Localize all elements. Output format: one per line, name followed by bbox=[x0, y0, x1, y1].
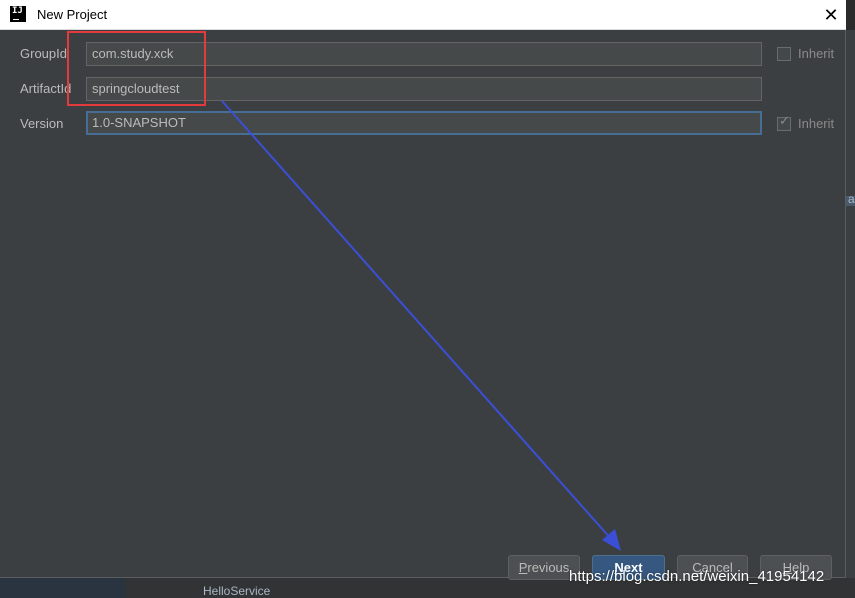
groupid-inherit-checkbox[interactable] bbox=[777, 47, 791, 61]
dialog-title: New Project bbox=[37, 7, 108, 22]
ide-bottom-dark-area bbox=[0, 578, 125, 598]
close-button[interactable]: ✕ bbox=[818, 2, 844, 28]
artifactid-input[interactable]: springcloudtest bbox=[86, 77, 762, 101]
groupid-label: GroupId bbox=[20, 46, 67, 61]
version-input[interactable]: 1.0-SNAPSHOT bbox=[86, 111, 762, 135]
ide-right-strip bbox=[846, 30, 855, 598]
previous-label-rest: revious bbox=[527, 560, 570, 575]
csdn-watermark: https://blog.csdn.net/weixin_41954142 bbox=[569, 568, 825, 585]
groupid-inherit-label: Inherit bbox=[798, 46, 835, 61]
version-label: Version bbox=[20, 116, 64, 131]
dialog-titlebar: IJ New Project ✕ bbox=[0, 0, 846, 30]
intellij-app-icon: IJ bbox=[10, 6, 26, 22]
ide-right-glyph: a bbox=[848, 192, 855, 206]
groupid-input[interactable]: com.study.xck bbox=[86, 42, 762, 66]
new-project-dialog: IJ New Project ✕ GroupId com.study.xck I… bbox=[0, 0, 846, 580]
ide-bottom-text: HelloService bbox=[203, 584, 271, 598]
version-inherit-label: Inherit bbox=[798, 116, 835, 131]
artifactid-label: ArtifactId bbox=[20, 81, 72, 96]
version-inherit-checkbox[interactable] bbox=[777, 114, 791, 131]
